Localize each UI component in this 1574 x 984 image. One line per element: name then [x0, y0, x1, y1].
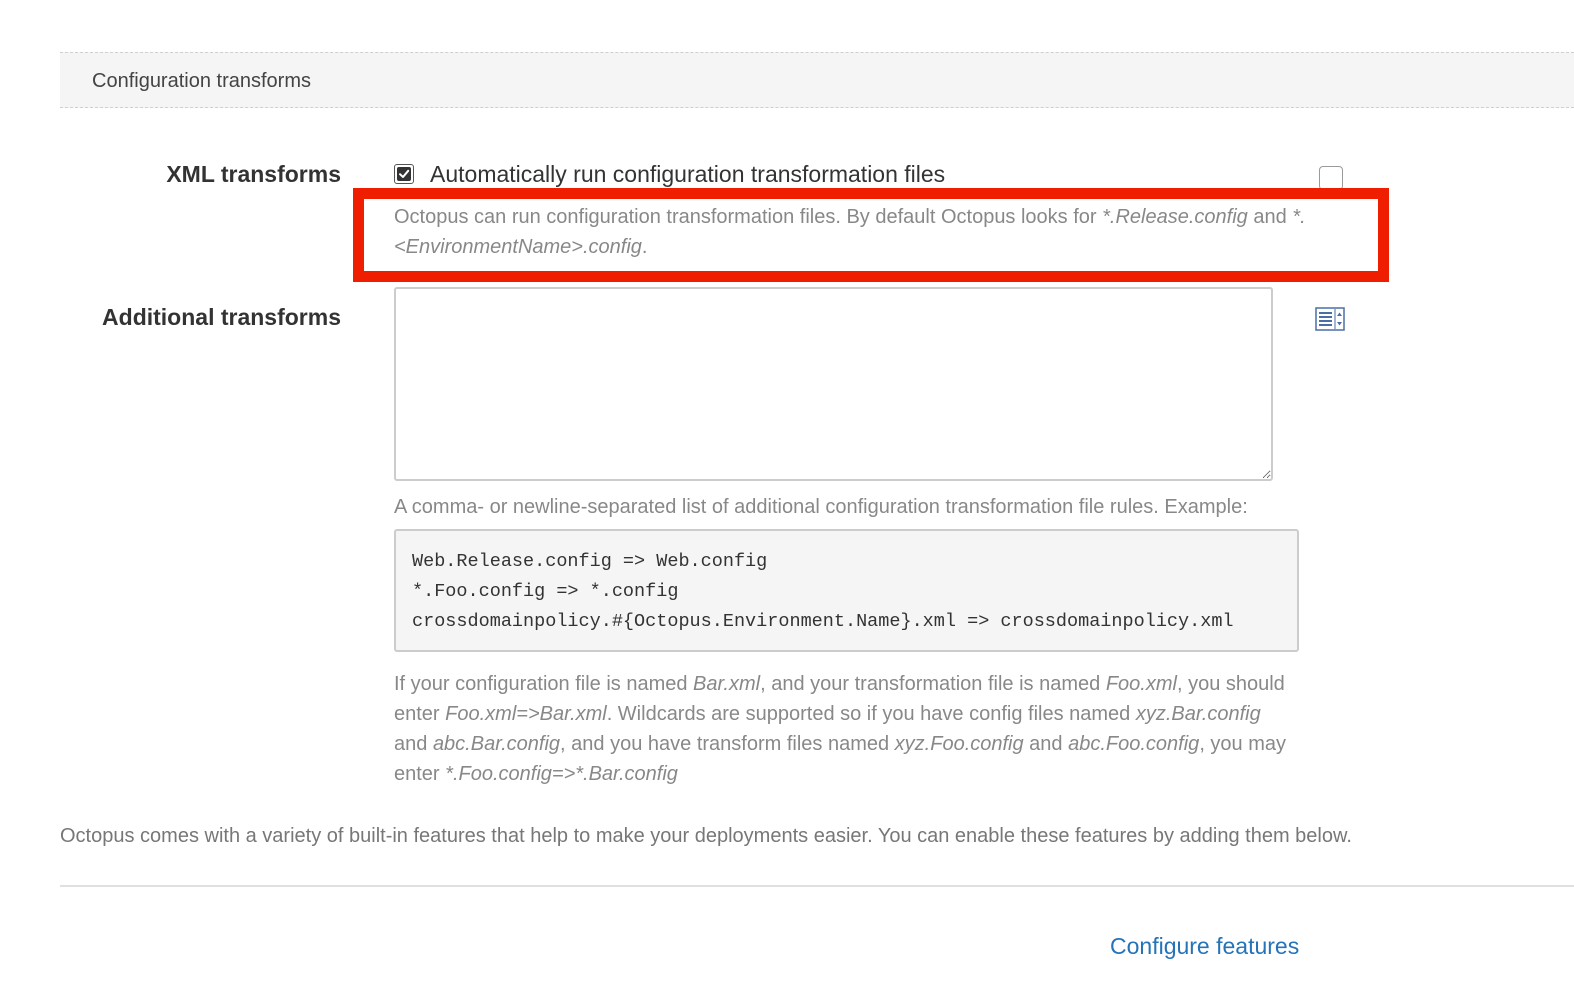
help-italic: abc.Bar.config [432, 733, 561, 755]
help-italic: Foo.xml=>Bar.xml [445, 703, 607, 725]
help-text-part: and [1023, 733, 1069, 755]
code-line: Web.Release.config => Web.config [412, 551, 768, 572]
features-intro-text: Octopus comes with a variety of built-in… [60, 825, 1352, 847]
page: Configuration transforms XML transforms … [0, 0, 1574, 984]
divider [60, 885, 1574, 887]
variable-list-icon[interactable] [1315, 307, 1345, 331]
help-italic: Bar.xml [693, 673, 761, 695]
xml-transforms-label: XML transforms [166, 161, 341, 187]
variable-binding-toggle[interactable] [1319, 166, 1343, 190]
help-italic: *.Foo.config=>*.Bar.config [445, 763, 678, 785]
xml-transforms-checkbox[interactable] [394, 164, 414, 184]
help-text-part: and [394, 733, 433, 755]
help-text-part: , and you have transform files named [560, 733, 895, 755]
help-text-part: , and your transformation file is named [760, 673, 1106, 695]
additional-transforms-example-intro: A comma- or newline-separated list of ad… [394, 496, 1248, 518]
additional-transforms-help: If your configuration file is named Bar.… [394, 669, 1294, 789]
additional-transforms-textarea[interactable] [394, 287, 1273, 481]
help-text-part: If your configuration file is named [394, 673, 694, 695]
additional-transforms-label: Additional transforms [102, 304, 341, 330]
highlight-annotation-box [353, 188, 1389, 282]
help-italic: xyz.Foo.config [894, 733, 1024, 755]
section-header: Configuration transforms [60, 52, 1574, 108]
help-text-part: . Wildcards are supported so if you have… [606, 703, 1136, 725]
help-italic: abc.Foo.config [1068, 733, 1200, 755]
code-line: crossdomainpolicy.#{Octopus.Environment.… [412, 611, 1234, 632]
code-line: *.Foo.config => *.config [412, 581, 679, 602]
help-italic: xyz.Bar.config [1135, 703, 1261, 725]
example-code-block: Web.Release.config => Web.config *.Foo.c… [394, 529, 1299, 652]
section-title: Configuration transforms [92, 70, 311, 92]
configure-features-link[interactable]: Configure features [1110, 933, 1299, 960]
xml-transforms-checkbox-label[interactable]: Automatically run configuration transfor… [430, 161, 945, 188]
help-italic: Foo.xml [1105, 673, 1177, 695]
checkmark-icon [397, 167, 411, 181]
